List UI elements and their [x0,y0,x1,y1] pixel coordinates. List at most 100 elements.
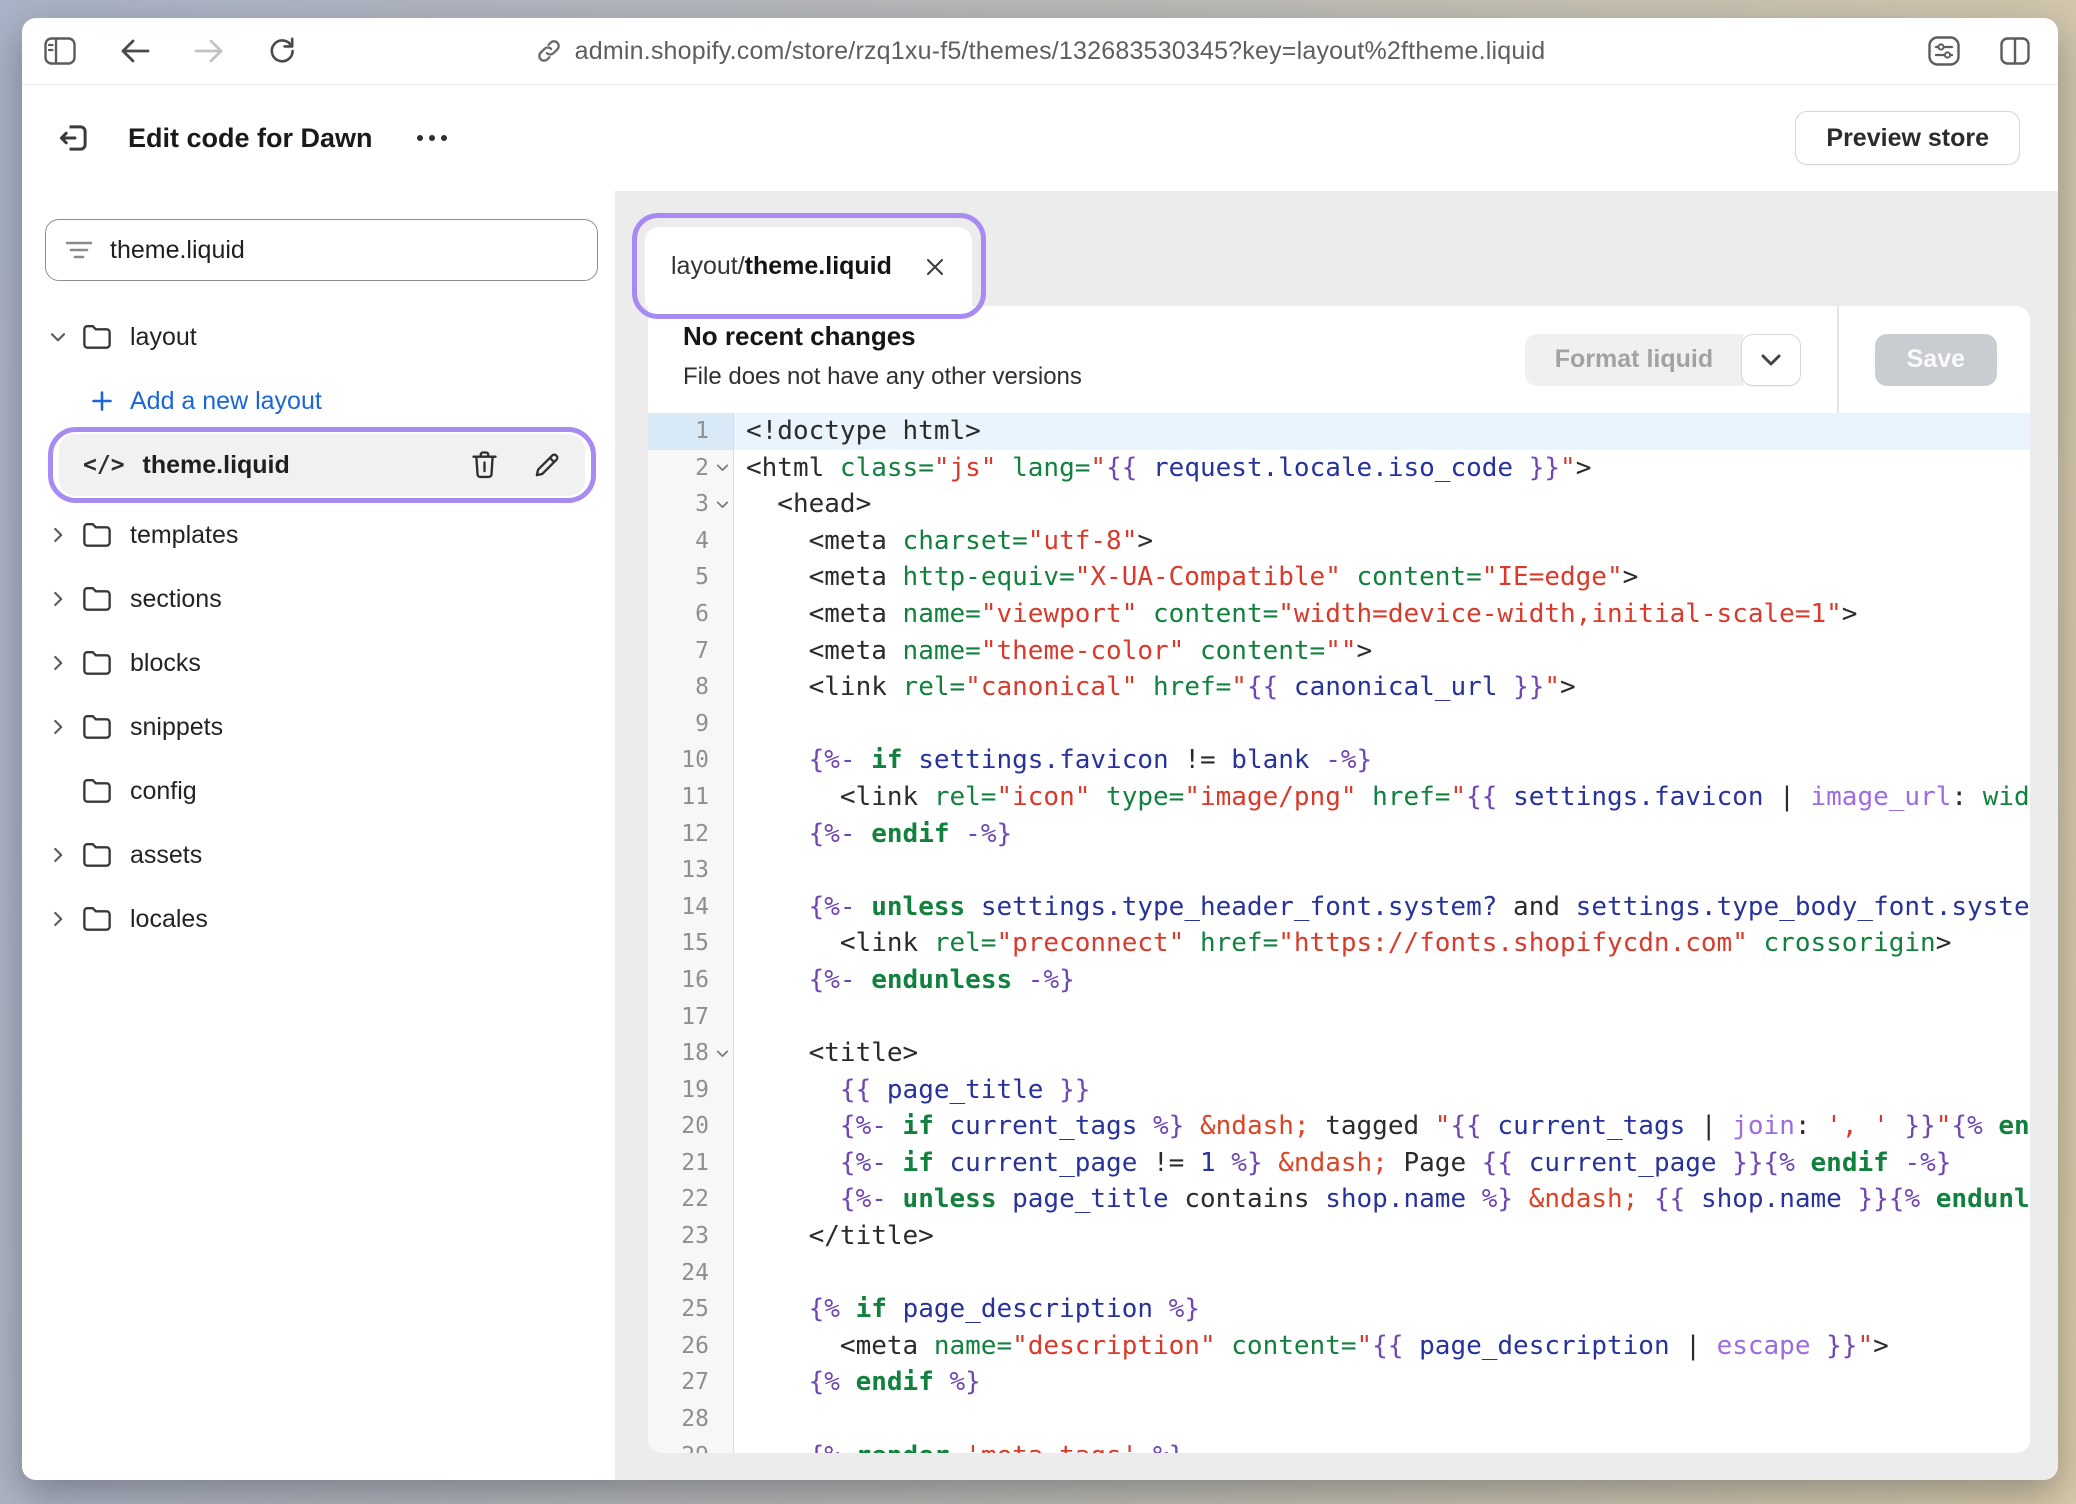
file-search-input[interactable]: theme.liquid [45,219,598,281]
exit-editor-icon[interactable] [56,120,92,156]
sidebar-item-locales[interactable]: locales [22,887,615,951]
delete-file-icon[interactable] [471,450,498,480]
address-bar[interactable]: admin.shopify.com/store/rzq1xu-f5/themes… [22,18,2058,84]
code-line-22[interactable]: 22 {%- unless page_title contains shop.n… [648,1181,2030,1218]
status-subtitle: File does not have any other versions [683,363,1525,391]
code-text: <meta name="description" content="{{ pag… [734,1328,2030,1365]
code-text: {%- unless settings.type_header_font.sys… [734,889,2030,926]
line-number: 1 [648,413,734,450]
reload-icon[interactable] [268,36,296,66]
tab-label: layout/theme.liquid [671,252,892,281]
page-settings-icon[interactable] [1928,36,1960,66]
editor-main: layout/theme.liquid No recent changes Fi… [615,191,2058,1480]
code-text [734,999,2030,1036]
code-line-17[interactable]: 17 [648,999,2030,1036]
code-line-27[interactable]: 27 {% endif %} [648,1364,2030,1401]
back-button-icon[interactable] [120,38,150,64]
folder-icon [82,522,112,548]
file-sidebar: theme.liquid layoutAdd a new layout</>th… [22,191,615,1480]
fold-toggle[interactable] [714,1035,731,1072]
line-number: 2 [648,450,734,487]
folder-label: snippets [130,713,223,742]
code-line-3[interactable]: 3 <head> [648,486,2030,523]
folder-icon [82,586,112,612]
browser-window: admin.shopify.com/store/rzq1xu-f5/themes… [22,18,2058,1480]
link-icon [535,37,563,65]
folder-icon [82,650,112,676]
sidebar-item-templates[interactable]: templates [22,503,615,567]
file-tree: layoutAdd a new layout</>theme.liquid tem… [22,305,615,951]
rename-file-icon[interactable] [532,451,561,480]
code-line-19[interactable]: 19 {{ page_title }} [648,1072,2030,1109]
code-line-12[interactable]: 12 {%- endif -%} [648,816,2030,853]
line-number: 9 [648,706,734,743]
forward-button-icon[interactable] [194,38,224,64]
code-line-8[interactable]: 8 <link rel="canonical" href="{{ canonic… [648,669,2030,706]
code-text: <meta charset="utf-8"> [734,523,2030,560]
tab-layout-theme-liquid[interactable]: layout/theme.liquid [645,227,972,306]
code-line-24[interactable]: 24 [648,1255,2030,1292]
code-text: {% endif %} [734,1364,2030,1401]
line-number: 22 [648,1181,734,1218]
fold-chevron-icon [714,496,731,513]
code-line-10[interactable]: 10 {%- if settings.favicon != blank -%} [648,742,2030,779]
format-liquid-dropdown[interactable] [1741,334,1801,386]
line-number: 14 [648,889,734,926]
preview-store-button[interactable]: Preview store [1795,111,2020,165]
code-line-5[interactable]: 5 <meta http-equiv="X-UA-Compatible" con… [648,559,2030,596]
sidebar-item-config[interactable]: config [22,759,615,823]
code-line-28[interactable]: 28 [648,1401,2030,1438]
sidebar-item-snippets[interactable]: snippets [22,695,615,759]
line-number: 12 [648,816,734,853]
code-line-29[interactable]: 29 {% render 'meta-tags' %} [648,1438,2030,1453]
folder-label: templates [130,521,238,550]
line-number: 20 [648,1108,734,1145]
code-text: {%- if current_tags %} &ndash; tagged "{… [734,1108,2030,1145]
code-line-11[interactable]: 11 <link rel="icon" type="image/png" hre… [648,779,2030,816]
sidebar-item-sections[interactable]: sections [22,567,615,631]
code-line-4[interactable]: 4 <meta charset="utf-8"> [648,523,2030,560]
code-line-25[interactable]: 25 {% if page_description %} [648,1291,2030,1328]
code-line-9[interactable]: 9 [648,706,2030,743]
code-line-7[interactable]: 7 <meta name="theme-color" content=""> [648,633,2030,670]
save-button[interactable]: Save [1875,334,1997,386]
fold-toggle[interactable] [714,486,731,523]
code-line-21[interactable]: 21 {%- if current_page != 1 %} &ndash; P… [648,1145,2030,1182]
code-line-6[interactable]: 6 <meta name="viewport" content="width=d… [648,596,2030,633]
fold-chevron-icon [714,1045,731,1062]
trash-icon [471,450,498,480]
tab-close-icon[interactable] [924,256,946,278]
split-view-icon[interactable] [2000,37,2030,65]
sidebar-item-assets[interactable]: assets [22,823,615,887]
more-menu-icon[interactable] [415,133,449,143]
code-line-23[interactable]: 23 </title> [648,1218,2030,1255]
code-line-2[interactable]: 2<html class="js" lang="{{ request.local… [648,450,2030,487]
chevron-right-icon [48,589,68,609]
file-search-value: theme.liquid [110,236,245,265]
code-editor[interactable]: 1<!doctype html>2<html class="js" lang="… [648,413,2030,1453]
fold-toggle[interactable] [714,450,731,487]
folder-icon [82,714,112,740]
fold-chevron-icon [714,459,731,476]
sidebar-item-blocks[interactable]: blocks [22,631,615,695]
code-line-13[interactable]: 13 [648,852,2030,889]
code-line-18[interactable]: 18 <title> [648,1035,2030,1072]
add-new-layout-link[interactable]: Add a new layout [22,369,615,433]
chevron-right-icon [48,717,68,737]
line-number: 17 [648,999,734,1036]
code-line-26[interactable]: 26 <meta name="description" content="{{ … [648,1328,2030,1365]
code-line-16[interactable]: 16 {%- endunless -%} [648,962,2030,999]
code-line-15[interactable]: 15 <link rel="preconnect" href="https://… [648,925,2030,962]
code-line-20[interactable]: 20 {%- if current_tags %} &ndash; tagged… [648,1108,2030,1145]
format-liquid-button[interactable]: Format liquid [1525,334,1743,386]
sidebar-item-layout[interactable]: layout [22,305,615,369]
sidebar-item-theme-liquid[interactable]: </>theme.liquid [59,434,585,496]
line-number: 19 [648,1072,734,1109]
file-label: theme.liquid [143,451,290,480]
sidebar-toggle-icon[interactable] [44,37,76,65]
code-text: <title> [734,1035,2030,1072]
code-line-1[interactable]: 1<!doctype html> [648,413,2030,450]
folder-icon [82,842,112,868]
code-line-14[interactable]: 14 {%- unless settings.type_header_font.… [648,889,2030,926]
code-text: {%- if settings.favicon != blank -%} [734,742,2030,779]
